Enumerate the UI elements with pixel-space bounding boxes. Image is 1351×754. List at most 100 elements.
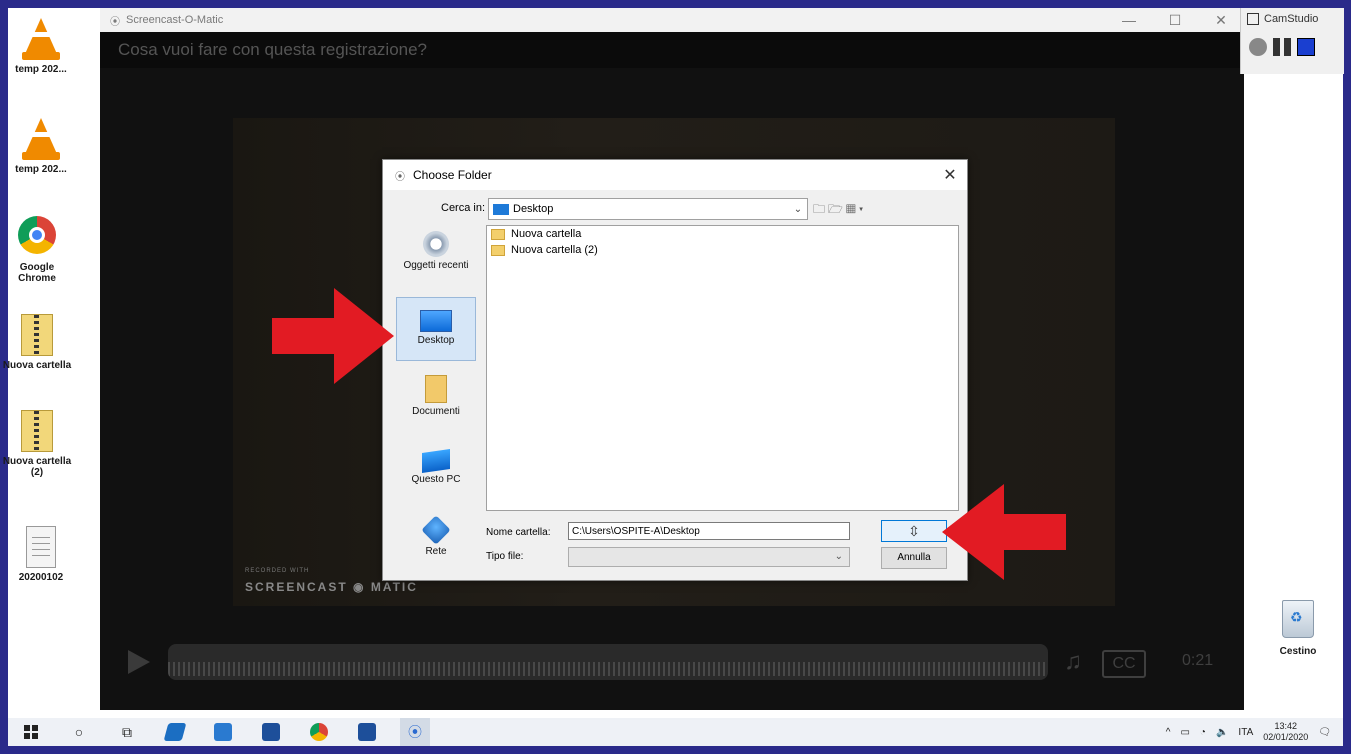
taskbar-file-explorer[interactable] (208, 718, 238, 746)
recycle-bin-icon (1282, 600, 1314, 638)
network-icon (421, 515, 451, 545)
system-tray: ^ ▭ ◔ 🔈 ITA 13:42 02/01/2020 🗨 (1166, 718, 1343, 746)
window-icon (1247, 13, 1259, 25)
vlc-icon (21, 18, 61, 62)
lookin-combobox[interactable]: Desktop ⌄ (488, 198, 808, 220)
taskbar-screencast[interactable]: ⦿ (400, 718, 430, 746)
chevron-up-icon[interactable]: ^ (1166, 727, 1171, 738)
watermark-small: RECORDED WITH (245, 568, 310, 574)
place-this-pc[interactable]: Questo PC (396, 441, 476, 505)
play-icon[interactable] (128, 650, 150, 674)
task-view-icon: ⧉ (122, 723, 132, 740)
file-name: Nuova cartella (511, 228, 582, 240)
documents-icon (425, 375, 447, 403)
taskbar-chrome[interactable] (304, 718, 334, 746)
wifi-icon[interactable]: ◔ (1200, 727, 1206, 738)
desktop-icon-recycle-bin[interactable]: Cestino (1268, 600, 1328, 657)
vlc-icon (21, 118, 61, 162)
task-view-button[interactable]: ⧉ (112, 718, 142, 746)
ok-button[interactable]: ⇳ (881, 520, 947, 542)
cancel-button[interactable]: Annulla (881, 547, 947, 569)
close-button[interactable]: ✕ (1198, 12, 1244, 29)
taskbar-app-3[interactable] (352, 718, 382, 746)
recorder-title: Screencast-O-Matic (126, 14, 224, 26)
desktop-small-icon (493, 203, 509, 215)
dialog-close-button[interactable]: ✕ (933, 165, 967, 185)
taskbar-app-1[interactable] (160, 718, 190, 746)
start-button[interactable] (16, 718, 46, 746)
lookin-value: Desktop (513, 203, 554, 215)
place-network[interactable]: Rete (396, 511, 476, 575)
music-icon[interactable]: ♫ (1064, 648, 1082, 676)
place-label: Documenti (412, 406, 460, 417)
place-documents[interactable]: Documenti (396, 369, 476, 433)
windows-icon (24, 725, 38, 739)
place-recent[interactable]: Oggetti recenti (396, 225, 476, 289)
volume-icon[interactable]: 🔈 (1216, 727, 1228, 738)
desktop-icon-vlc-2[interactable]: temp 202... (6, 118, 76, 175)
dialog-app-icon: ⦿ (395, 171, 405, 183)
app-icon (163, 723, 187, 741)
app-icon (262, 723, 280, 741)
choose-folder-dialog: ⦿ Choose Folder ✕ Cerca in: Desktop ⌄ 🗀🗁… (382, 159, 968, 581)
notifications-icon[interactable]: 🗨 (1318, 727, 1331, 738)
network-tray-icon[interactable]: ▭ (1180, 727, 1189, 738)
time-display: 0:21 (1182, 652, 1214, 669)
cursor-icon: ⇳ (908, 523, 920, 539)
desktop-icon-label: Google Chrome (18, 262, 56, 284)
chevron-down-icon: ⌄ (793, 203, 803, 215)
dialog-titlebar: ⦿ Choose Folder ✕ (383, 160, 967, 190)
new-folder-icon[interactable]: 🗁 (828, 202, 846, 216)
list-item[interactable]: Nuova cartella (2) (487, 242, 958, 258)
view-menu-icon[interactable]: ▦▾ (846, 202, 866, 216)
place-desktop[interactable]: Desktop (396, 297, 476, 361)
clock[interactable]: 13:42 02/01/2020 (1263, 721, 1308, 743)
desktop-icon-chrome[interactable]: Google Chrome (2, 216, 72, 284)
desktop-icon-label: temp 202... (15, 64, 67, 75)
folder-icon (491, 228, 505, 240)
up-folder-icon[interactable]: 🗀 (813, 202, 828, 216)
taskbar-app-2[interactable] (256, 718, 286, 746)
clock-date: 02/01/2020 (1263, 732, 1309, 742)
recent-items-icon (423, 231, 449, 257)
place-label: Rete (425, 546, 447, 557)
file-explorer-icon (214, 723, 232, 741)
pause-icon[interactable] (1273, 38, 1291, 56)
camstudio-title: CamStudio (1264, 13, 1319, 25)
desktop-icon-file[interactable]: 20200102 (6, 526, 76, 583)
place-label: Desktop (417, 335, 455, 346)
place-label: Oggetti recenti (403, 260, 469, 271)
desktop-icon-label: Cestino (1279, 646, 1317, 657)
place-label: Questo PC (411, 474, 461, 485)
folder-icon (17, 410, 57, 454)
file-type-combobox[interactable]: ⌄ (568, 547, 850, 567)
folder-name-field[interactable]: C:\Users\OSPITE-A\Desktop (568, 522, 850, 540)
folder-icon (491, 244, 505, 256)
desktop-icon-folder-2[interactable]: Nuova cartella (2) (2, 410, 72, 478)
desktop-icon-vlc-1[interactable]: temp 202... (6, 18, 76, 75)
file-list[interactable]: Nuova cartella Nuova cartella (2) (486, 225, 959, 511)
dialog-title: Choose Folder (413, 168, 492, 182)
recorder-titlebar: ⦿ Screencast-O-Matic — ☐ ✕ (100, 8, 1244, 32)
desktop-icon-folder-1[interactable]: Nuova cartella (2, 314, 72, 371)
cc-button[interactable]: CC (1102, 650, 1146, 678)
dialog-toolbar: 🗀🗁▦▾ (813, 200, 866, 221)
desktop-icon-label: Nuova cartella (2, 360, 72, 371)
stop-icon[interactable] (1297, 38, 1315, 56)
taskbar: ○ ⧉ ⦿ ^ ▭ ◔ 🔈 ITA 13:42 02/01/2020 🗨 (8, 718, 1343, 746)
minimize-button[interactable]: — (1106, 12, 1152, 28)
search-button[interactable]: ○ (64, 718, 94, 746)
maximize-button[interactable]: ☐ (1152, 12, 1198, 29)
player-controls: ♫ CC 0:21 (100, 636, 1244, 696)
camstudio-titlebar: CamStudio (1241, 8, 1344, 30)
folder-icon (17, 314, 57, 358)
language-indicator[interactable]: ITA (1238, 727, 1253, 738)
chrome-icon (17, 216, 57, 260)
record-icon[interactable] (1249, 38, 1267, 56)
chrome-icon (310, 723, 328, 741)
list-item[interactable]: Nuova cartella (487, 226, 958, 242)
recorder-heading: Cosa vuoi fare con questa registrazione? (100, 32, 1244, 68)
red-arrow-right (272, 288, 394, 384)
cortana-icon: ○ (74, 724, 84, 740)
timeline-scrubber[interactable] (168, 644, 1048, 680)
